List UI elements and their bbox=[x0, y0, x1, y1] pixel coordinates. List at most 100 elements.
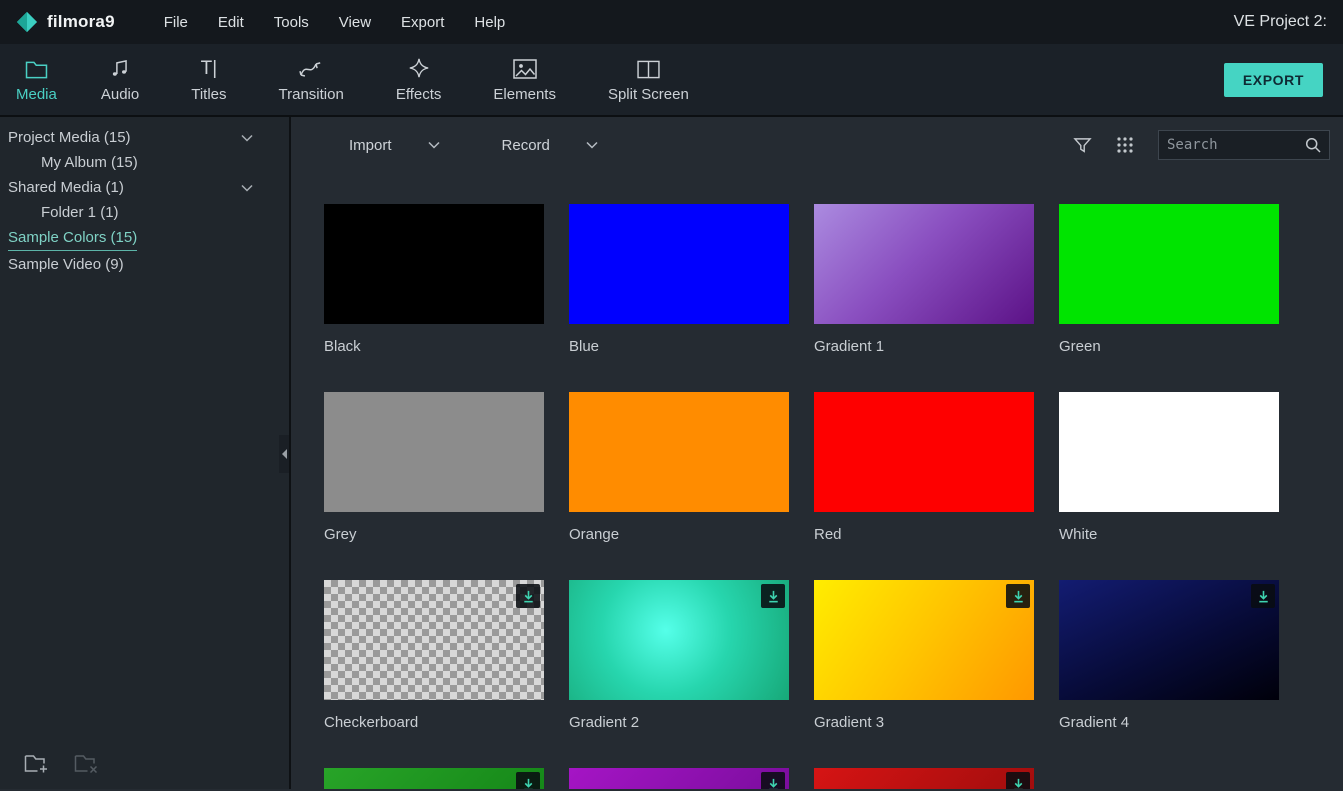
media-item[interactable]: Checkerboard bbox=[324, 580, 544, 734]
media-thumbnail[interactable] bbox=[814, 768, 1034, 789]
media-item-label: Gradient 4 bbox=[1059, 712, 1279, 734]
media-thumbnail[interactable] bbox=[1059, 580, 1279, 700]
media-thumbnail[interactable] bbox=[324, 204, 544, 324]
chevron-down-icon bbox=[428, 141, 440, 149]
media-item[interactable]: White bbox=[1059, 392, 1279, 546]
menubar: filmora9 FileEditToolsViewExportHelp VE … bbox=[0, 0, 1343, 44]
menu-item-export[interactable]: Export bbox=[386, 7, 459, 38]
tree-item-label: Folder 1 (1) bbox=[41, 201, 119, 224]
media-item-label: Blue bbox=[569, 336, 789, 358]
sidebar-footer bbox=[0, 741, 289, 789]
search-input[interactable] bbox=[1161, 133, 1305, 157]
media-item[interactable]: Gradient 1 bbox=[814, 204, 1034, 358]
tree-item-label: Shared Media (1) bbox=[8, 176, 124, 199]
menu-item-edit[interactable]: Edit bbox=[203, 7, 259, 38]
record-dropdown[interactable]: Record bbox=[502, 137, 598, 154]
tree-item-label: Project Media (15) bbox=[8, 126, 131, 149]
download-icon[interactable] bbox=[516, 772, 540, 789]
tab-audio[interactable]: Audio bbox=[75, 44, 165, 115]
media-item-label: Green bbox=[1059, 336, 1279, 358]
tab-label: Media bbox=[16, 86, 57, 103]
media-tree: Project Media (15) My Album (15) Shared … bbox=[0, 117, 289, 277]
menubar-items: FileEditToolsViewExportHelp bbox=[149, 7, 521, 38]
tab-split-screen[interactable]: Split Screen bbox=[582, 44, 715, 115]
media-thumbnail[interactable] bbox=[569, 768, 789, 789]
sidebar: Project Media (15) My Album (15) Shared … bbox=[0, 117, 291, 789]
media-item[interactable] bbox=[814, 768, 1034, 789]
tab-label: Titles bbox=[191, 86, 226, 103]
tab-label: Split Screen bbox=[608, 86, 689, 103]
tree-item-label: Sample Video (9) bbox=[8, 253, 124, 276]
tab-titles[interactable]: T| Titles bbox=[165, 44, 252, 115]
menu-item-file[interactable]: File bbox=[149, 7, 203, 38]
chevron-down-icon[interactable] bbox=[241, 134, 253, 142]
filter-icon[interactable] bbox=[1073, 136, 1092, 155]
tab-elements[interactable]: Elements bbox=[467, 44, 582, 115]
app-logo: filmora9 bbox=[16, 11, 115, 33]
media-item[interactable]: Red bbox=[814, 392, 1034, 546]
record-label: Record bbox=[502, 137, 550, 154]
download-icon[interactable] bbox=[761, 584, 785, 608]
media-item[interactable]: Black bbox=[324, 204, 544, 358]
searchbox bbox=[1158, 130, 1330, 160]
tab-effects[interactable]: Effects bbox=[370, 44, 468, 115]
media-item[interactable]: Grey bbox=[324, 392, 544, 546]
import-dropdown[interactable]: Import bbox=[349, 137, 440, 154]
media-thumbnail[interactable] bbox=[814, 580, 1034, 700]
menu-item-help[interactable]: Help bbox=[459, 7, 520, 38]
download-icon[interactable] bbox=[761, 772, 785, 789]
media-thumbnail[interactable] bbox=[814, 204, 1034, 324]
toolbar-right bbox=[1073, 130, 1330, 160]
tab-label: Elements bbox=[493, 86, 556, 103]
media-item[interactable]: Gradient 3 bbox=[814, 580, 1034, 734]
menu-item-tools[interactable]: Tools bbox=[259, 7, 324, 38]
media-item-label: Red bbox=[814, 524, 1034, 546]
media-thumbnail[interactable] bbox=[324, 580, 544, 700]
tree-item[interactable]: Sample Colors (15) bbox=[0, 225, 289, 252]
delete-folder-icon[interactable] bbox=[74, 753, 100, 775]
tree-item[interactable]: Sample Video (9) bbox=[0, 252, 289, 277]
download-icon[interactable] bbox=[1251, 584, 1275, 608]
folder-icon bbox=[25, 57, 48, 79]
media-thumbnail[interactable] bbox=[569, 392, 789, 512]
download-icon[interactable] bbox=[1006, 772, 1030, 789]
media-thumbnail[interactable] bbox=[324, 392, 544, 512]
media-item-label: Orange bbox=[569, 524, 789, 546]
media-thumbnail[interactable] bbox=[324, 768, 544, 789]
media-toolbar: Import Record bbox=[291, 117, 1343, 173]
menu-item-view[interactable]: View bbox=[324, 7, 386, 38]
media-item[interactable]: Gradient 4 bbox=[1059, 580, 1279, 734]
media-thumbnail[interactable] bbox=[814, 392, 1034, 512]
project-title: VE Project 2: bbox=[1234, 13, 1327, 31]
media-item[interactable]: Blue bbox=[569, 204, 789, 358]
tab-media[interactable]: Media bbox=[6, 44, 75, 115]
tree-item[interactable]: My Album (15) bbox=[0, 150, 289, 175]
tab-transition[interactable]: Transition bbox=[253, 44, 370, 115]
content: Project Media (15) My Album (15) Shared … bbox=[0, 117, 1343, 789]
media-item[interactable]: Gradient 2 bbox=[569, 580, 789, 734]
media-thumbnail[interactable] bbox=[1059, 392, 1279, 512]
import-label: Import bbox=[349, 137, 392, 154]
tab-label: Effects bbox=[396, 86, 442, 103]
tree-item-label: Sample Colors (15) bbox=[8, 226, 137, 251]
download-icon[interactable] bbox=[516, 584, 540, 608]
media-thumbnail[interactable] bbox=[1059, 204, 1279, 324]
download-icon[interactable] bbox=[1006, 584, 1030, 608]
add-folder-icon[interactable] bbox=[24, 753, 50, 775]
media-thumbnail[interactable] bbox=[569, 204, 789, 324]
chevron-down-icon[interactable] bbox=[241, 184, 253, 192]
tree-item[interactable]: Folder 1 (1) bbox=[0, 200, 289, 225]
media-item[interactable]: Orange bbox=[569, 392, 789, 546]
tree-item[interactable]: Project Media (15) bbox=[0, 125, 289, 150]
export-button[interactable]: EXPORT bbox=[1224, 63, 1323, 97]
search-icon[interactable] bbox=[1305, 137, 1321, 153]
filmora-logo-icon bbox=[16, 11, 38, 33]
media-item[interactable] bbox=[324, 768, 544, 789]
grid-view-icon[interactable] bbox=[1116, 136, 1134, 154]
sidebar-collapse-handle[interactable] bbox=[279, 435, 289, 473]
media-thumbnail[interactable] bbox=[569, 580, 789, 700]
media-item-label: Black bbox=[324, 336, 544, 358]
media-item[interactable] bbox=[569, 768, 789, 789]
tree-item[interactable]: Shared Media (1) bbox=[0, 175, 289, 200]
media-item[interactable]: Green bbox=[1059, 204, 1279, 358]
